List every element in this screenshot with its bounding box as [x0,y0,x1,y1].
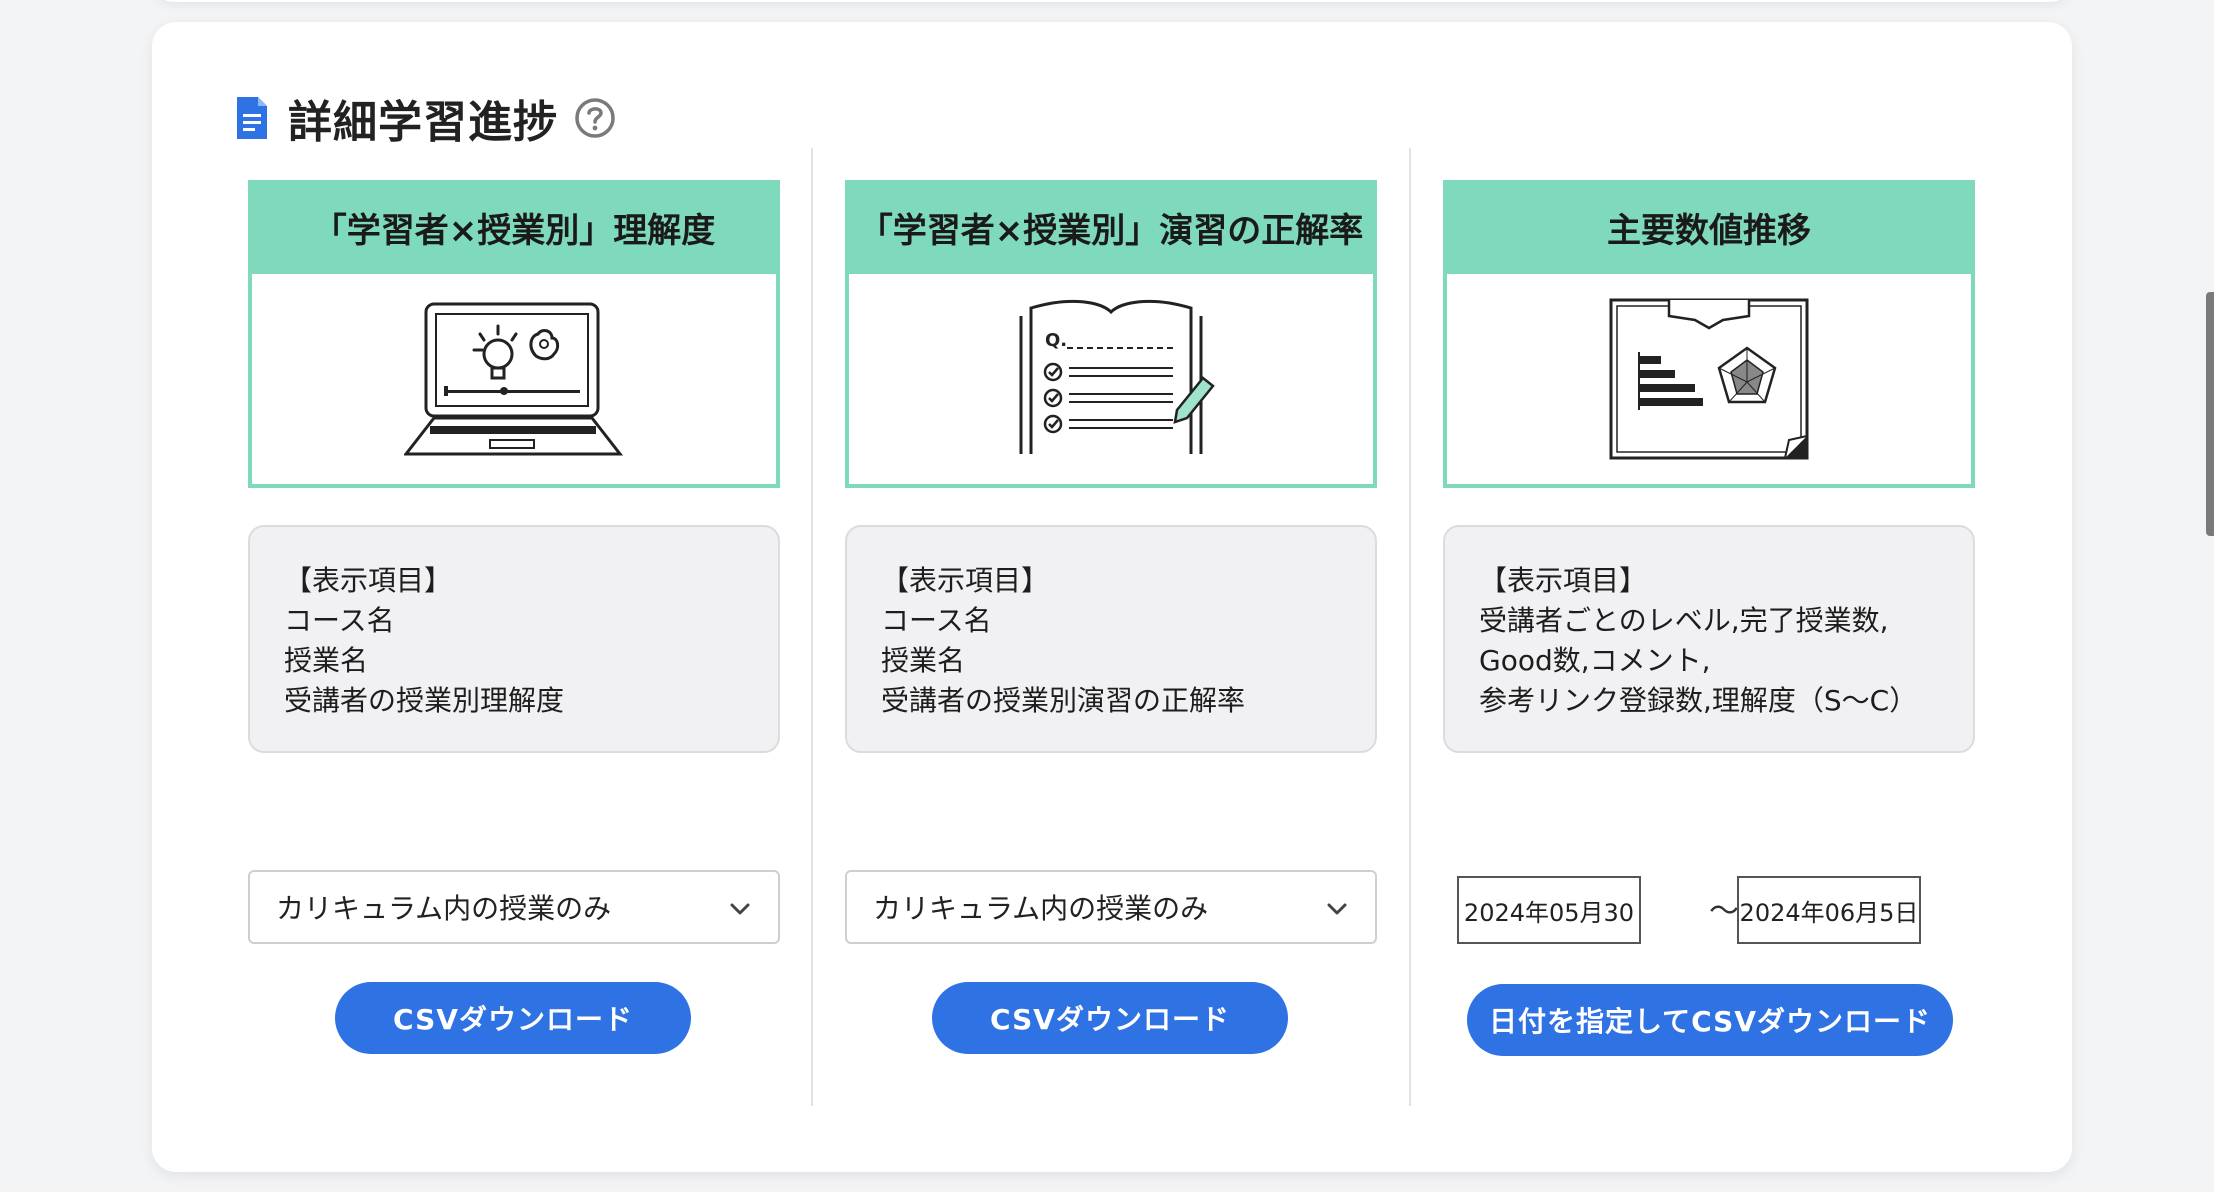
scrollbar-thumb[interactable] [2206,292,2214,536]
lesson-scope-select[interactable]: カリキュラム内の授業のみ [248,870,780,944]
info-line: 参考リンク登録数,理解度（S〜C） [1479,684,1918,717]
card-illustration [248,274,780,488]
select-value: カリキュラム内の授業のみ [873,892,1209,925]
date-to-input[interactable]: 2024年06月5日 [1737,876,1921,944]
card-title: 「学習者×授業別」理解度 [248,180,780,274]
section-header: 詳細学習進捗 [234,88,616,148]
card-understanding: 「学習者×授業別」理解度 【表示項目】 コース名 授業名 受講者の授業別理解度 … [248,180,780,1120]
date-csv-download-button[interactable]: 日付を指定してCSVダウンロード [1467,984,1953,1056]
info-line: 受講者ごとのレベル,完了授業数, [1479,604,1889,637]
card-title: 「学習者×授業別」演習の正解率 [845,180,1377,274]
previous-card-edge [152,0,2072,2]
detail-progress-panel: 詳細学習進捗 「学習者×授業別」理解度 【表示項目】 コース名 授業名 受講者の… [152,22,2072,1172]
display-items-box: 【表示項目】 コース名 授業名 受講者の授業別演習の正解率 [845,525,1377,753]
chevron-down-icon [1327,903,1347,915]
lesson-scope-select[interactable]: カリキュラム内の授業のみ [845,870,1377,944]
csv-download-button[interactable]: CSVダウンロード [932,982,1288,1054]
date-from-input[interactable]: 2024年05月30 [1457,876,1641,944]
column-divider [811,148,813,1106]
laptop-video-lesson-icon [404,302,624,456]
info-line: コース名 [284,604,395,637]
info-line: コース名 [881,604,992,637]
svg-text:Q.: Q. [1045,330,1067,351]
info-line: 【表示項目】 [881,564,1050,597]
display-items-box: 【表示項目】 受講者ごとのレベル,完了授業数, Good数,コメント, 参考リン… [1443,525,1975,753]
card-key-metrics: 主要数値推移 【表示項目】 受講者ごとのレベル,完了授業数, Good数,コメン… [1443,180,1975,1120]
quiz-checklist-icon: Q. [1019,299,1215,454]
chart-board-icon [1609,298,1809,460]
display-items-box: 【表示項目】 コース名 授業名 受講者の授業別理解度 [248,525,780,753]
info-line: 【表示項目】 [1479,564,1648,597]
info-line: 【表示項目】 [284,564,453,597]
info-line: 授業名 [881,644,966,677]
chevron-down-icon [730,903,750,915]
card-title: 主要数値推移 [1443,180,1975,274]
info-line: Good数,コメント, [1479,644,1711,677]
page-title: 詳細学習進捗 [288,97,558,148]
card-exercise-accuracy: 「学習者×授業別」演習の正解率 Q. 【表示項目】 コース名 授業名 受講者の授… [845,180,1377,1120]
select-value: カリキュラム内の授業のみ [276,892,612,925]
date-range-separator: 〜 [1709,894,1739,929]
card-illustration: Q. [845,274,1377,488]
info-line: 授業名 [284,644,369,677]
info-line: 受講者の授業別演習の正解率 [881,684,1246,717]
column-divider [1409,148,1411,1106]
document-icon [237,97,267,139]
csv-download-button[interactable]: CSVダウンロード [335,982,691,1054]
card-illustration [1443,274,1975,488]
info-line: 受講者の授業別理解度 [284,684,565,717]
question-circle-icon[interactable] [574,97,616,139]
